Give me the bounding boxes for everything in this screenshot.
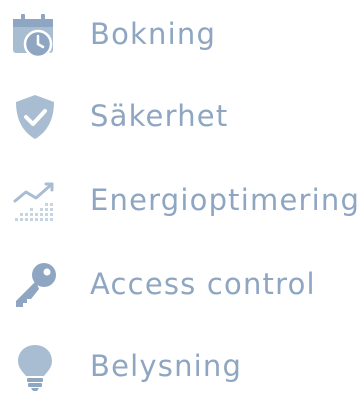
feature-item-bokning: Bokning — [0, 4, 360, 64]
key-icon — [10, 260, 60, 310]
feature-item-energioptimering: Energioptimering — [0, 170, 360, 230]
lightbulb-icon — [10, 342, 60, 392]
shield-check-icon — [10, 92, 60, 142]
feature-label-energioptimering: Energioptimering — [90, 183, 360, 217]
feature-list: Bokning Säkerhet Energioptimering Access… — [0, 0, 360, 391]
feature-label-belysning: Belysning — [90, 349, 243, 383]
feature-label-bokning: Bokning — [90, 17, 217, 51]
feature-item-belysning: Belysning — [0, 336, 360, 396]
trend-chart-icon — [10, 176, 60, 226]
feature-label-access-control: Access control — [90, 267, 316, 301]
feature-item-sakerhet: Säkerhet — [0, 86, 360, 146]
feature-item-access-control: Access control — [0, 254, 360, 314]
feature-label-sakerhet: Säkerhet — [90, 99, 229, 133]
calendar-clock-icon — [10, 10, 60, 60]
